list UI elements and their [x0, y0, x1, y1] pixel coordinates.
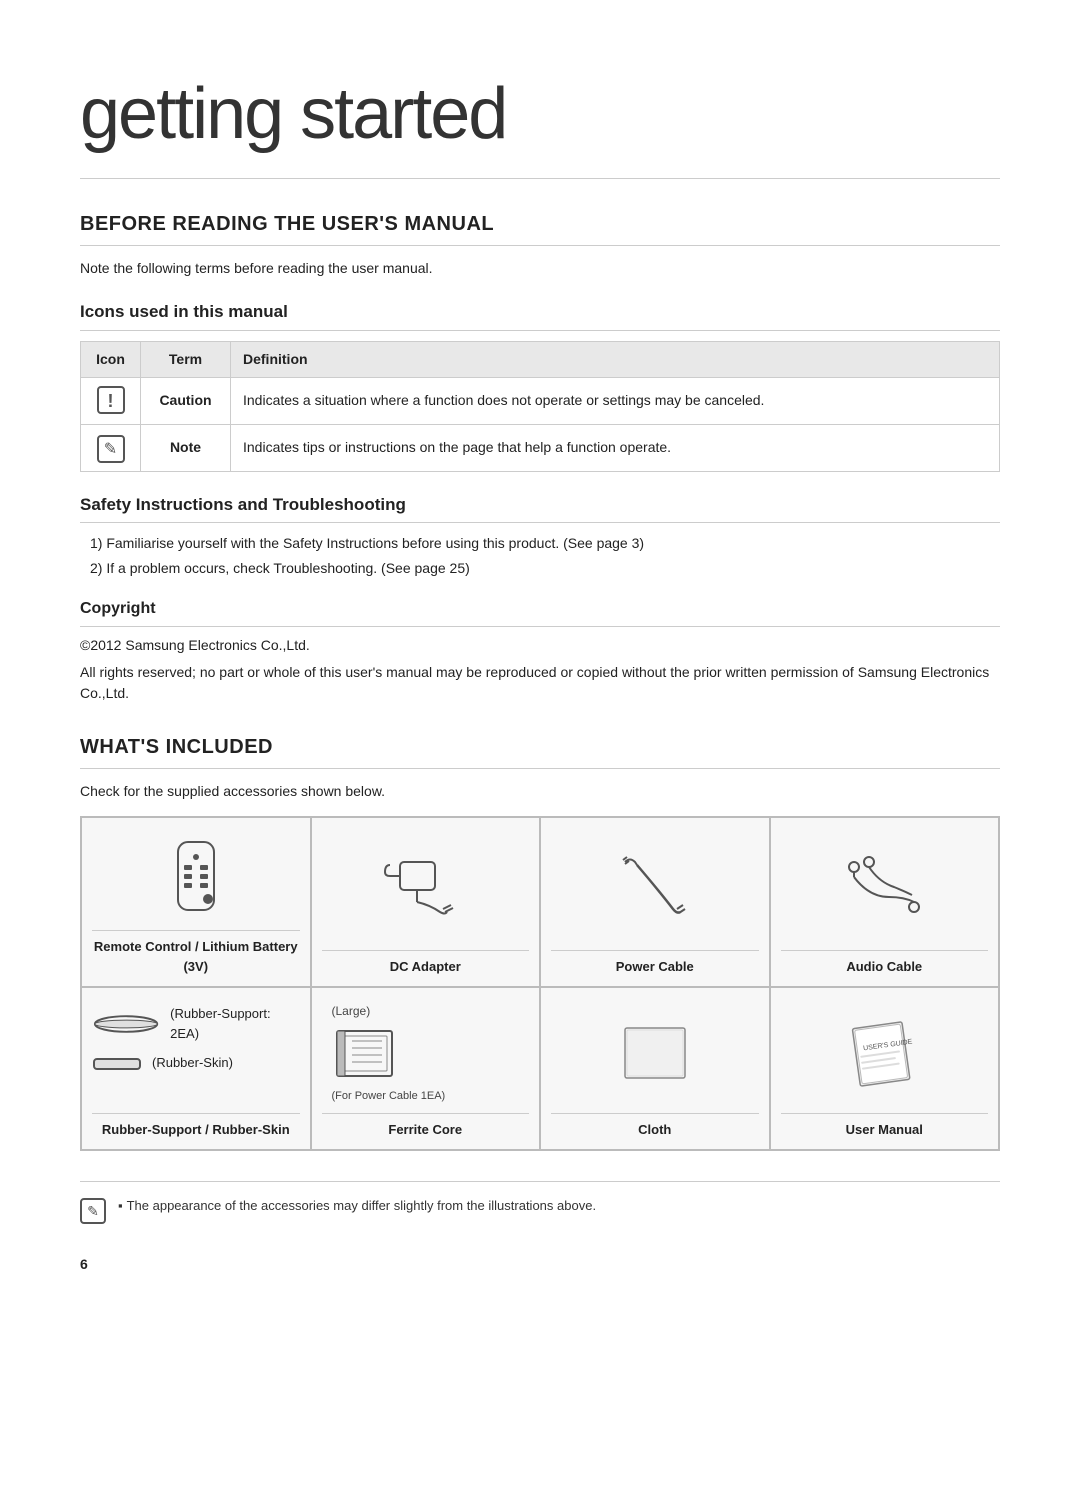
- safety-heading: Safety Instructions and Troubleshooting: [80, 492, 1000, 524]
- audio-cable-label: Audio Cable: [781, 950, 989, 977]
- power-cable-svg: [605, 847, 705, 927]
- safety-subsection: Safety Instructions and Troubleshooting …: [80, 492, 1000, 580]
- accessory-icon-remote: [92, 832, 300, 922]
- icons-subsection: Icons used in this manual Icon Term Defi…: [80, 299, 1000, 472]
- section-whats-included: WHAT'S INCLUDED Check for the supplied a…: [80, 732, 1000, 1224]
- accessory-user-manual: USER'S GUIDE User Manual: [770, 987, 1000, 1150]
- cloth-svg: [605, 1013, 705, 1093]
- accessory-ferrite-core: (Large) (For Power Cable 1EA) Ferrite Co…: [311, 987, 541, 1150]
- footer-note-text: ▪The appearance of the accessories may d…: [118, 1196, 596, 1216]
- copyright-heading: Copyright: [80, 597, 1000, 627]
- accessory-icon-power: [551, 832, 759, 942]
- accessories-grid: Remote Control / Lithium Battery (3V): [80, 816, 1000, 1151]
- ferrite-core-svg: [332, 1026, 402, 1086]
- rubber-label: Rubber-Support / Rubber-Skin: [92, 1113, 300, 1140]
- caution-icon-cell: !: [81, 377, 141, 424]
- accessory-icon-ferrite: (Large) (For Power Cable 1EA): [322, 1002, 530, 1105]
- copyright-line: ©2012 Samsung Electronics Co.,Ltd.: [80, 635, 1000, 656]
- copyright-subsection: Copyright ©2012 Samsung Electronics Co.,…: [80, 597, 1000, 704]
- rubber-skin-label: (Rubber-Skin): [152, 1053, 233, 1073]
- col-icon: Icon: [81, 341, 141, 377]
- note-icon: ✎: [97, 435, 125, 463]
- remote-control-label: Remote Control / Lithium Battery (3V): [92, 930, 300, 976]
- ferrite-core-label: Ferrite Core: [322, 1113, 530, 1140]
- accessory-dc-adapter: DC Adapter: [311, 817, 541, 987]
- col-term: Term: [141, 341, 231, 377]
- accessory-remote-control: Remote Control / Lithium Battery (3V): [81, 817, 311, 987]
- rubber-skin-svg: [92, 1054, 142, 1072]
- audio-cable-svg: [834, 847, 934, 927]
- rubber-skin-item: (Rubber-Skin): [92, 1053, 233, 1073]
- before-reading-heading: BEFORE READING THE USER'S MANUAL: [80, 209, 1000, 246]
- accessory-audio-cable: Audio Cable: [770, 817, 1000, 987]
- page-title: getting started: [80, 60, 1000, 179]
- accessory-cloth: Cloth: [540, 987, 770, 1150]
- table-row: ! Caution Indicates a situation where a …: [81, 377, 1000, 424]
- accessory-icon-cloth: [551, 1002, 759, 1105]
- before-reading-intro: Note the following terms before reading …: [80, 258, 1000, 279]
- note-term: Note: [141, 424, 231, 471]
- rubber-items: (Rubber-Support: 2EA) (Rubber-Skin): [92, 1004, 300, 1105]
- table-row: ✎ Note Indicates tips or instructions on…: [81, 424, 1000, 471]
- col-definition: Definition: [231, 341, 1000, 377]
- accessories-intro: Check for the supplied accessories shown…: [80, 781, 1000, 802]
- note-definition: Indicates tips or instructions on the pa…: [231, 424, 1000, 471]
- safety-list: Familiarise yourself with the Safety Ins…: [90, 533, 1000, 579]
- ferrite-sub-label-large: (Large): [332, 1002, 371, 1020]
- whats-included-heading: WHAT'S INCLUDED: [80, 732, 1000, 769]
- note-footer: ✎ ▪The appearance of the accessories may…: [80, 1181, 1000, 1224]
- caution-icon: !: [97, 386, 125, 414]
- remote-control-svg: [146, 837, 246, 917]
- list-item: If a problem occurs, check Troubleshooti…: [90, 558, 1000, 579]
- caution-term: Caution: [141, 377, 231, 424]
- rights-text: All rights reserved; no part or whole of…: [80, 662, 1000, 704]
- dc-adapter-svg: [375, 847, 475, 927]
- user-manual-label: User Manual: [781, 1113, 989, 1140]
- power-cable-label: Power Cable: [551, 950, 759, 977]
- cloth-label: Cloth: [551, 1113, 759, 1140]
- rubber-support-label: (Rubber-Support: 2EA): [170, 1004, 299, 1043]
- accessory-power-cable: Power Cable: [540, 817, 770, 987]
- ferrite-sub-label-power: (For Power Cable 1EA): [332, 1088, 446, 1105]
- user-manual-svg: USER'S GUIDE: [834, 1013, 934, 1093]
- section-before-reading: BEFORE READING THE USER'S MANUAL Note th…: [80, 209, 1000, 704]
- note-icon-cell: ✎: [81, 424, 141, 471]
- rubber-support-svg: [92, 1014, 160, 1034]
- page-number: 6: [80, 1254, 1000, 1275]
- accessory-icon-dc: [322, 832, 530, 942]
- note-footer-icon: ✎: [80, 1198, 106, 1224]
- caution-definition: Indicates a situation where a function d…: [231, 377, 1000, 424]
- dc-adapter-label: DC Adapter: [322, 950, 530, 977]
- list-item: Familiarise yourself with the Safety Ins…: [90, 533, 1000, 554]
- icons-subsection-heading: Icons used in this manual: [80, 299, 1000, 331]
- icons-table: Icon Term Definition ! Caution Indicates…: [80, 341, 1000, 472]
- accessory-icon-manual: USER'S GUIDE: [781, 1002, 989, 1105]
- rubber-support-item: (Rubber-Support: 2EA): [92, 1004, 300, 1043]
- accessory-icon-audio: [781, 832, 989, 942]
- accessory-rubber: (Rubber-Support: 2EA) (Rubber-Skin) Rubb…: [81, 987, 311, 1150]
